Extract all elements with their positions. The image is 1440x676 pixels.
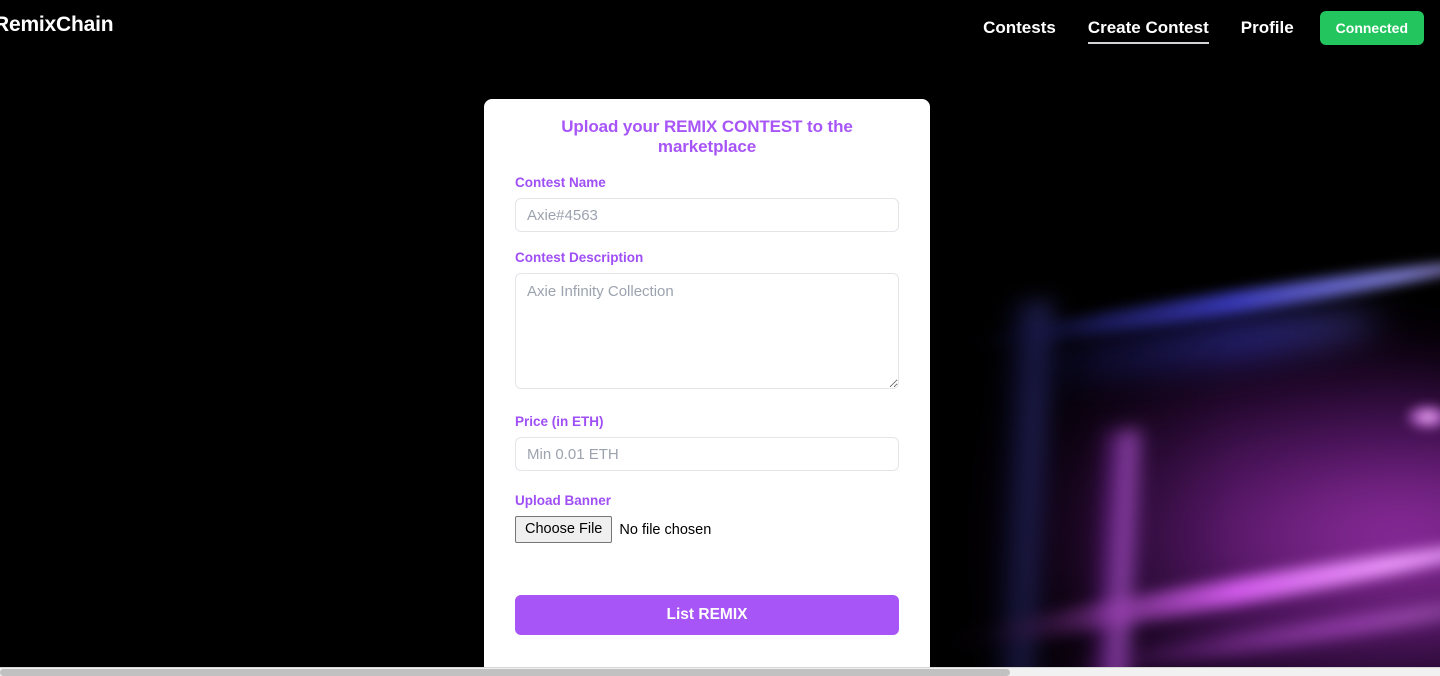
choose-file-button[interactable]: Choose File <box>515 516 613 544</box>
input-price[interactable] <box>515 437 899 471</box>
wallet-connected-button[interactable]: Connected <box>1319 11 1424 45</box>
top-navbar: RemixChain Contests Create Contest Profi… <box>0 0 1440 56</box>
label-contest-name: Contest Name <box>515 175 606 190</box>
background-vignette <box>930 0 1440 676</box>
nav-link-contests[interactable]: Contests <box>967 0 1072 56</box>
field-price: Price (in ETH) <box>515 414 899 471</box>
page-root: RemixChain Contests Create Contest Profi… <box>0 0 1440 676</box>
create-contest-card: Upload your REMIX CONTEST to the marketp… <box>484 99 930 676</box>
brand-logo[interactable]: RemixChain <box>0 13 114 37</box>
scrollbar-thumb[interactable] <box>0 669 1010 676</box>
label-price: Price (in ETH) <box>515 414 604 429</box>
input-contest-description[interactable] <box>515 273 899 389</box>
input-contest-name[interactable] <box>515 198 899 232</box>
list-remix-button[interactable]: List REMIX <box>515 595 899 636</box>
field-contest-description: Contest Description <box>515 250 899 389</box>
nav-links: Contests Create Contest Profile Connecte… <box>967 0 1424 56</box>
nav-link-profile[interactable]: Profile <box>1225 0 1310 56</box>
nav-link-create-contest[interactable]: Create Contest <box>1072 0 1225 56</box>
horizontal-scrollbar[interactable] <box>0 667 1440 676</box>
field-contest-name: Contest Name <box>515 175 899 232</box>
field-upload-banner: Upload Banner Choose File No file chosen <box>515 493 899 544</box>
form-title: Upload your REMIX CONTEST to the marketp… <box>561 117 853 156</box>
file-status-text: No file chosen <box>619 521 712 538</box>
background-neon-artwork <box>930 0 1440 676</box>
label-upload-banner: Upload Banner <box>515 493 612 508</box>
file-input-row[interactable]: Choose File No file chosen <box>515 516 899 544</box>
label-contest-description: Contest Description <box>515 250 644 265</box>
